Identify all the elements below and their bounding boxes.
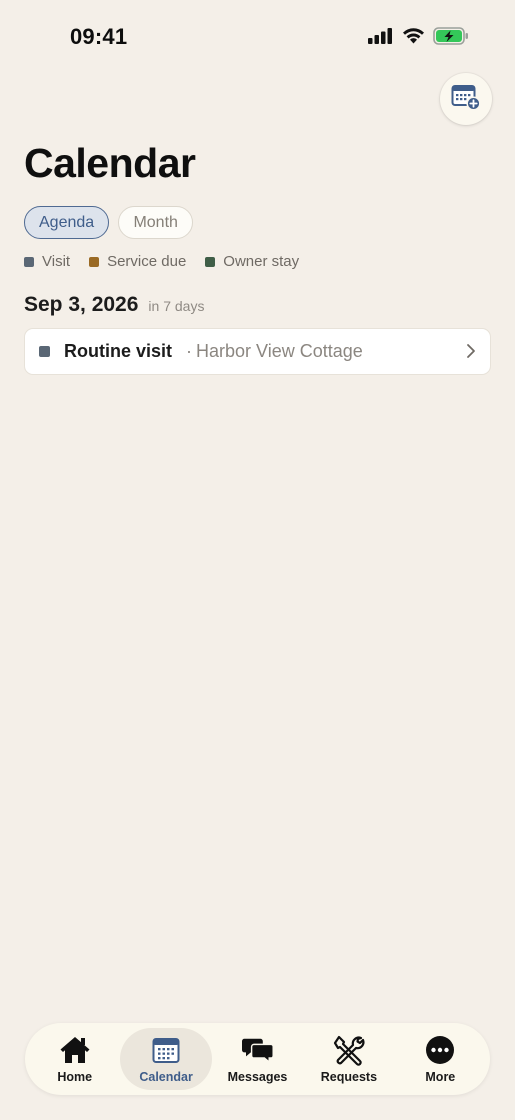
tab-label: Home xyxy=(57,1070,93,1084)
legend-item-visit: Visit xyxy=(24,253,70,270)
event-location: Harbor View Cottage xyxy=(196,341,363,361)
tab-requests[interactable]: Requests xyxy=(303,1028,394,1090)
tab-label: Calendar xyxy=(139,1070,193,1084)
tab-home[interactable]: Home xyxy=(29,1028,120,1090)
legend-item-service-due: Service due xyxy=(89,253,186,270)
more-icon xyxy=(424,1034,456,1066)
battery-charging-icon xyxy=(433,26,469,50)
status-icons xyxy=(368,26,469,50)
page-title: Calendar xyxy=(24,140,196,186)
tab-label: Messages xyxy=(227,1070,288,1084)
legend-item-owner-stay: Owner stay xyxy=(205,253,299,270)
calendar-icon xyxy=(150,1034,182,1066)
agenda-date-header: Sep 3, 2026 in 7 days xyxy=(24,293,204,317)
status-time: 09:41 xyxy=(70,24,128,49)
calendar-add-icon xyxy=(451,83,481,116)
tab-agenda[interactable]: Agenda xyxy=(24,206,110,239)
add-event-button[interactable] xyxy=(440,73,492,125)
tab-label: More xyxy=(425,1070,456,1084)
legend-label: Service due xyxy=(107,253,187,270)
status-bar: 09:41 xyxy=(0,0,515,70)
tab-more[interactable]: More xyxy=(395,1028,486,1090)
tab-label: Requests xyxy=(320,1070,378,1084)
legend-swatch-visit xyxy=(24,256,34,267)
calendar-screen: 09:41 Calendar Agenda Month Visit Servic… xyxy=(0,0,515,1120)
bottom-tab-bar: Home Calendar Messages Requests More xyxy=(25,1023,490,1095)
legend-swatch-service-due xyxy=(89,256,100,267)
legend-label: Visit xyxy=(42,253,71,270)
agenda-relative-date: in 7 days xyxy=(148,298,205,314)
agenda-event-row[interactable]: Routine visit · Harbor View Cottage xyxy=(24,328,491,375)
legend-swatch-owner-stay xyxy=(205,256,216,267)
tab-messages[interactable]: Messages xyxy=(212,1028,303,1090)
event-title: Routine visit xyxy=(64,341,173,361)
legend-label: Owner stay xyxy=(223,253,300,270)
view-toggle: Agenda Month xyxy=(24,206,194,239)
legend: Visit Service due Owner stay xyxy=(24,253,299,270)
agenda-date: Sep 3, 2026 xyxy=(24,293,139,316)
cellular-signal-icon xyxy=(368,27,394,49)
event-separator: · xyxy=(186,341,193,361)
home-icon xyxy=(59,1034,91,1066)
tab-calendar[interactable]: Calendar xyxy=(120,1028,212,1090)
tab-month[interactable]: Month xyxy=(118,206,194,239)
messages-icon xyxy=(241,1034,274,1066)
tools-icon xyxy=(333,1034,365,1066)
chevron-right-icon xyxy=(466,343,476,364)
event-type-swatch xyxy=(39,346,50,357)
wifi-icon xyxy=(402,27,425,49)
